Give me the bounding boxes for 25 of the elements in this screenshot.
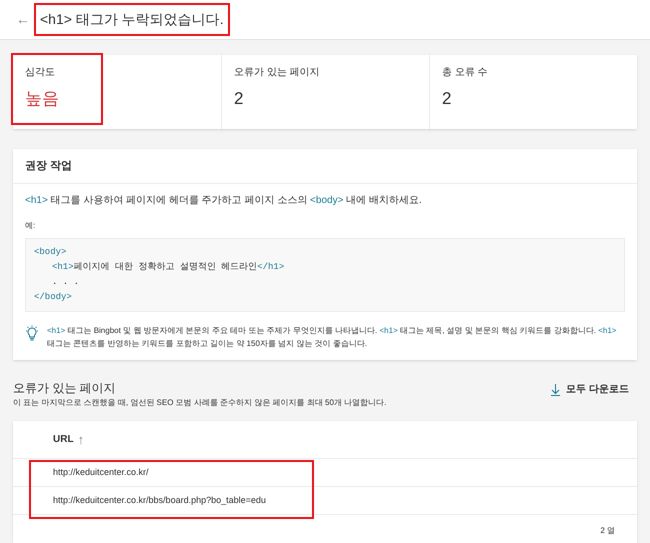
stat-label: 총 오류 수 — [442, 66, 489, 80]
stat-value: 높음 — [25, 88, 60, 110]
card-title: 권장 작업 — [25, 158, 72, 174]
url-column-header[interactable]: URL ↑ — [53, 430, 84, 450]
stat-value: 2 — [442, 88, 452, 110]
url-cell[interactable]: http://keduitcenter.co.kr/ — [53, 466, 149, 480]
url-cell[interactable]: http://keduitcenter.co.kr/bbs/board.php?bo_table=edu — [53, 494, 266, 508]
code-line: <h1>페이지에 대한 정확하고 설명적인 헤드라인</h1> — [52, 261, 286, 274]
instruction-text: <h1> 태그를 사용하여 페이지에 헤더를 주가하고 페이지 소스의 <body> 내에 배치하세요. — [25, 194, 423, 208]
code-line: </body> — [34, 291, 73, 304]
code-line: . . . — [52, 276, 80, 289]
download-all-button[interactable]: 모두 다운로드 — [551, 382, 629, 397]
page-title: <h1> 태그가 누락되었습니다. — [34, 3, 230, 36]
code-line: <body> — [34, 246, 68, 259]
stat-value: 2 — [234, 88, 244, 110]
back-arrow-icon[interactable]: ← — [16, 9, 30, 30]
row-count: 2 열 — [600, 525, 615, 537]
stat-label: 오류가 있는 페이지 — [234, 66, 321, 80]
section-title: 오류가 있는 페이지 — [13, 380, 117, 397]
example-label: 예: — [25, 220, 36, 232]
lightbulb-icon — [25, 325, 39, 341]
tip-text: <h1> 태그는 Bingbot 및 웹 방문자에게 본문의 주요 테마 또는 주제가 무엇인지를 나타냅니다. <h1> 태그는 제목, 설명 및 본문의 핵심 키워드를 강화합니다. <h1> 태그는 콘텐츠를 반영하는 키워드를 포함하고 길이는 약 150자를 넘지 않는 것이 좋습니다. — [47, 325, 618, 350]
stat-label: 심각도 — [25, 66, 56, 80]
section-description: 이 표는 마지막으로 스캔했을 때, 엄선된 SEO 모범 사례를 준수하지 않은 페이지를 최대 50개 나열합니다. — [13, 397, 386, 409]
download-icon — [551, 384, 560, 396]
